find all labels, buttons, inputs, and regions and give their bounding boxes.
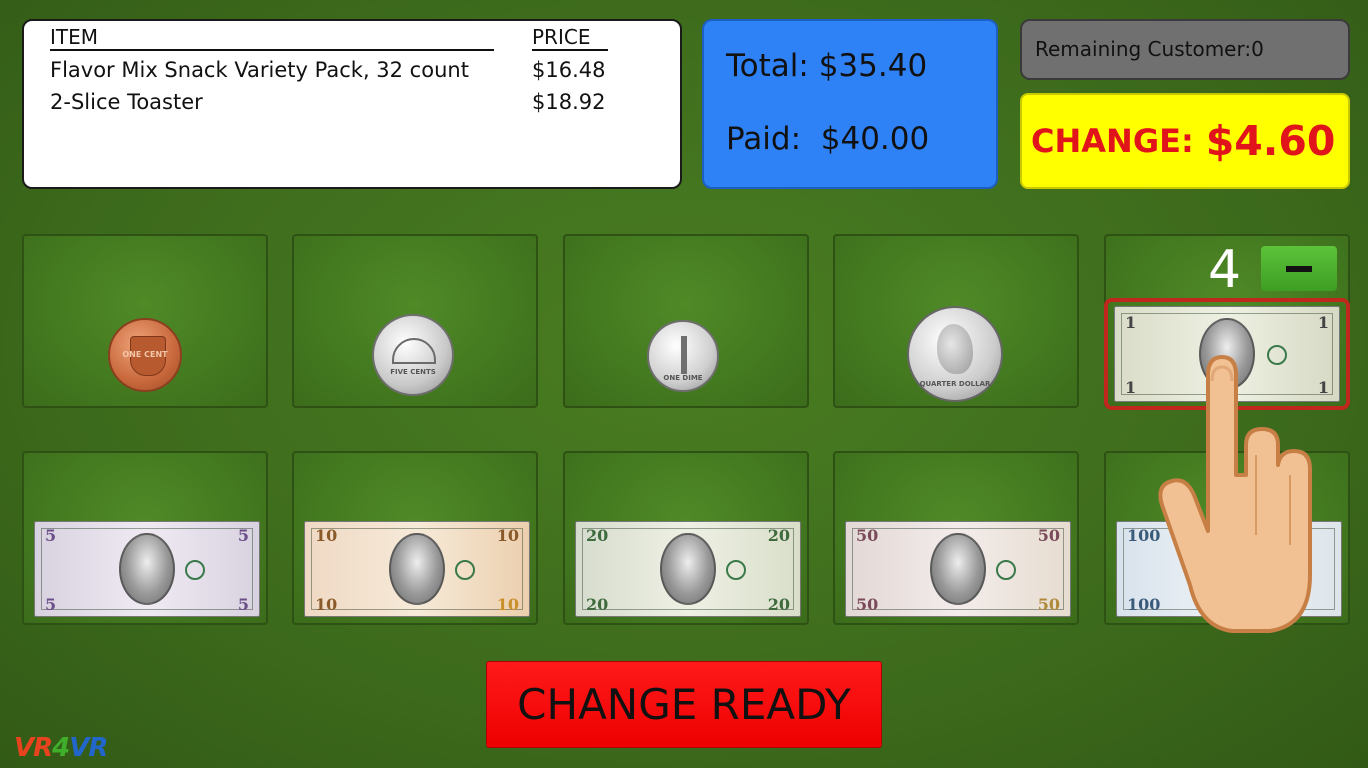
treasury-seal-icon <box>455 560 475 580</box>
bill-corner-mark: 20 <box>767 526 790 545</box>
bill-corner-mark: 1 <box>1317 313 1329 332</box>
bill-corner-mark: 1 <box>1125 313 1137 332</box>
total-line: Total: $35.40 <box>726 48 927 84</box>
change-ready-button[interactable]: CHANGE READY <box>486 661 882 748</box>
paid-value: $40.00 <box>820 121 930 157</box>
penny-coin[interactable]: ONE CENT <box>108 318 182 392</box>
dime-text: ONE DIME <box>663 374 703 382</box>
bill-corner-mark: 50 <box>1037 526 1060 545</box>
receipt-item-name: 2-Slice Toaster <box>50 90 203 114</box>
bill-corner-mark: 5 <box>45 595 57 614</box>
fifty-dollar-bill[interactable]: 50 50 50 50 <box>845 521 1071 617</box>
twenty-dollar-slot[interactable]: 20 20 20 20 <box>563 451 809 625</box>
dime-coin[interactable]: ONE DIME <box>647 320 719 392</box>
logo-part: VR <box>69 733 108 763</box>
bill-corner-mark: 20 <box>586 526 609 545</box>
bill-corner-mark: 10 <box>496 526 519 545</box>
nickel-coin[interactable]: FIVE CENTS <box>372 314 454 396</box>
bill-corner-mark: 5 <box>237 595 249 614</box>
treasury-seal-icon <box>996 560 1016 580</box>
remove-one-dollar-button[interactable] <box>1261 246 1337 291</box>
lincoln-portrait-icon <box>119 533 175 605</box>
torch-icon <box>681 336 687 374</box>
ten-dollar-slot[interactable]: 10 10 10 10 <box>292 451 538 625</box>
fifty-dollar-slot[interactable]: 50 50 50 50 <box>833 451 1079 625</box>
jackson-portrait-icon <box>660 533 716 605</box>
change-display: CHANGE: $4.60 <box>1020 93 1350 189</box>
bill-corner-mark: 5 <box>237 526 249 545</box>
bill-corner-mark: 20 <box>767 595 790 614</box>
monticello-icon <box>392 338 436 364</box>
vr4vr-logo: VR4VR <box>14 733 108 763</box>
price-column-header: PRICE <box>532 25 608 51</box>
quarter-text: QUARTER DOLLAR <box>919 380 991 388</box>
grant-portrait-icon <box>930 533 986 605</box>
change-value: $4.60 <box>1205 117 1336 165</box>
totals-panel: Total: $35.40 Paid: $40.00 <box>702 19 998 189</box>
treasury-seal-icon <box>185 560 205 580</box>
treasury-seal-icon <box>726 560 746 580</box>
logo-part: 4 <box>52 733 70 763</box>
five-dollar-slot[interactable]: 5 5 5 5 <box>22 451 268 625</box>
minus-icon <box>1286 265 1312 272</box>
one-dollar-count: 4 <box>1208 240 1242 300</box>
quarter-slot[interactable]: QUARTER DOLLAR <box>833 234 1079 408</box>
bill-corner-mark: 5 <box>45 526 57 545</box>
ten-dollar-bill[interactable]: 10 10 10 10 <box>304 521 530 617</box>
dime-slot[interactable]: ONE DIME <box>563 234 809 408</box>
item-column-header: ITEM <box>50 25 494 51</box>
receipt-item-price: $18.92 <box>532 90 606 114</box>
bill-corner-mark: 50 <box>856 526 879 545</box>
bill-corner-mark: 50 <box>1037 595 1060 614</box>
bill-corner-mark: 10 <box>315 595 338 614</box>
total-value: $35.40 <box>818 48 928 84</box>
receipt-item-name: Flavor Mix Snack Variety Pack, 32 count <box>50 58 469 82</box>
bill-corner-mark: 1 <box>1125 378 1137 397</box>
penny-text: ONE CENT <box>122 350 168 359</box>
change-label: CHANGE: <box>1031 122 1194 160</box>
bill-corner-mark: 10 <box>315 526 338 545</box>
hamilton-portrait-icon <box>389 533 445 605</box>
total-label: Total: <box>726 48 809 84</box>
logo-part: VR <box>14 733 53 763</box>
bill-corner-mark: 50 <box>856 595 879 614</box>
paid-line: Paid: $40.00 <box>726 121 929 157</box>
remaining-customer-label: Remaining Customer:0 <box>1020 19 1350 80</box>
paid-label: Paid: <box>726 121 802 157</box>
twenty-dollar-bill[interactable]: 20 20 20 20 <box>575 521 801 617</box>
penny-slot[interactable]: ONE CENT <box>22 234 268 408</box>
nickel-slot[interactable]: FIVE CENTS <box>292 234 538 408</box>
receipt-panel: ITEM PRICE Flavor Mix Snack Variety Pack… <box>22 19 682 189</box>
bill-corner-mark: 20 <box>586 595 609 614</box>
five-dollar-bill[interactable]: 5 5 5 5 <box>34 521 260 617</box>
receipt-item-price: $16.48 <box>532 58 606 82</box>
pointing-hand-icon <box>1158 355 1312 633</box>
bill-corner-mark: 10 <box>496 595 519 614</box>
quarter-coin[interactable]: QUARTER DOLLAR <box>907 306 1003 402</box>
nickel-text: FIVE CENTS <box>390 368 436 376</box>
washington-profile-icon <box>937 324 973 374</box>
